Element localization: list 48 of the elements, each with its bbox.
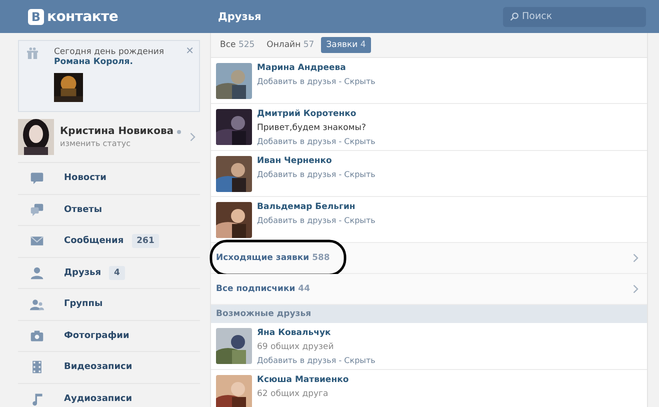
- menu-item[interactable]: Ответы: [18, 194, 200, 226]
- people-icon: [30, 297, 44, 312]
- speech-bubbles-icon: [30, 202, 44, 217]
- speech-bubble-icon: [30, 171, 44, 186]
- menu-item[interactable]: Сообщения 261: [18, 226, 200, 258]
- page-title: Друзья: [218, 10, 262, 22]
- mutual-friends-text: 69 общих друзей: [257, 342, 335, 352]
- menu-item[interactable]: Видеозаписи: [18, 352, 200, 384]
- tab[interactable]: Заявки 4: [321, 37, 371, 53]
- person-icon: [30, 266, 44, 280]
- menu-item[interactable]: Фотографии: [18, 320, 200, 352]
- count-badge: 4: [109, 266, 125, 280]
- logo-icon[interactable]: В: [28, 8, 44, 24]
- request-actions-link[interactable]: Добавить в друзья - Скрыть: [257, 356, 376, 365]
- envelope-icon: [30, 234, 44, 248]
- gift-icon: [27, 47, 38, 60]
- profile-name[interactable]: Кристина Новикова: [60, 126, 174, 137]
- request-actions-link[interactable]: Добавить в друзья - Скрыть: [257, 170, 376, 179]
- friend-name-link[interactable]: Вальдемар Бельгин: [257, 202, 376, 212]
- request-message: Привет,будем знакомы?: [257, 123, 367, 133]
- chevron-icon: [633, 284, 639, 294]
- birthday-name-link[interactable]: Романа Короля.: [54, 57, 170, 67]
- music-note-icon: [30, 392, 44, 406]
- menu-item[interactable]: Аудиозаписи: [18, 384, 200, 407]
- count-badge: 261: [132, 234, 160, 248]
- tab[interactable]: Все 525: [215, 37, 260, 53]
- friend-name-link[interactable]: Иван Черненко: [257, 156, 376, 166]
- friend-name-link[interactable]: Дмитрий Коротенко: [257, 109, 376, 119]
- mutual-friends-text: 62 общих друга: [257, 389, 330, 399]
- tab[interactable]: Онлайн 57: [262, 37, 320, 53]
- request-actions-link[interactable]: Добавить в друзья - Скрыть: [257, 137, 376, 146]
- menu-item[interactable]: Друзья 4: [18, 258, 200, 289]
- film-icon: [30, 360, 44, 374]
- friend-name-link[interactable]: Марина Андреева: [257, 63, 376, 73]
- search-icon: [510, 12, 519, 21]
- search-field[interactable]: Поиск: [503, 6, 646, 26]
- friend-name-link[interactable]: Яна Ковальчук: [257, 328, 376, 338]
- friend-name-link[interactable]: Ксюша Матвиенко: [257, 375, 349, 385]
- camera-icon: [30, 328, 44, 343]
- logo-text[interactable]: контакте: [47, 8, 118, 24]
- list-link[interactable]: Все подписчики 44: [211, 274, 647, 305]
- request-actions-link[interactable]: Добавить в друзья - Скрыть: [257, 77, 376, 86]
- chevron-icon: [633, 253, 639, 263]
- request-actions-link[interactable]: Добавить в друзья - Скрыть: [257, 216, 376, 225]
- section-header: Возможные друзья: [211, 305, 647, 323]
- menu-item[interactable]: Новости: [18, 163, 200, 194]
- birthday-text: Сегодня день рождения: [54, 47, 166, 57]
- menu-item[interactable]: Группы: [18, 289, 200, 320]
